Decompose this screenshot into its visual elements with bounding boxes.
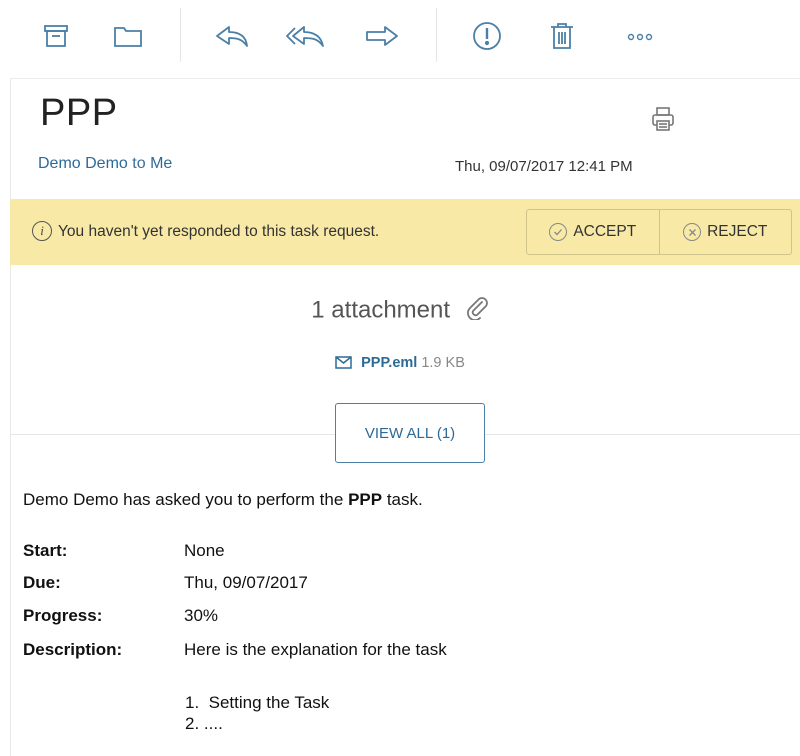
- toolbar-separator: [436, 8, 437, 62]
- field-label: Description:: [23, 640, 123, 659]
- field-value: Thu, 09/07/2017: [184, 573, 308, 592]
- attachment-item[interactable]: PPP.eml 1.9 KB: [0, 355, 800, 373]
- message-date: Thu, 09/07/2017 12:41 PM: [455, 158, 633, 175]
- attachments-heading: 1 attachment: [0, 294, 800, 327]
- description-list: 1. Setting the Task 2. ....: [185, 692, 329, 734]
- task-response-buttons: ACCEPT REJECT: [526, 209, 792, 255]
- task-request-banner: i You haven't yet responded to this task…: [10, 199, 800, 265]
- info-icon: i: [32, 221, 52, 241]
- exclamation-icon[interactable]: [467, 16, 507, 56]
- field-label: Due:: [23, 573, 61, 592]
- reply-icon[interactable]: [212, 16, 252, 56]
- recipient-name[interactable]: Me: [150, 155, 172, 172]
- banner-text: You haven't yet responded to this task r…: [58, 223, 380, 240]
- field-label: Start:: [23, 541, 68, 560]
- to-word: to: [132, 155, 146, 172]
- field-value: None: [184, 541, 225, 560]
- toolbar: [0, 0, 800, 72]
- attachment-size: 1.9 KB: [421, 355, 465, 371]
- field-value: Here is the explanation for the task: [184, 640, 447, 659]
- intro-prefix: Demo Demo has asked you to perform the: [23, 490, 344, 509]
- attachment-name[interactable]: PPP.eml: [361, 355, 417, 371]
- view-all-button[interactable]: VIEW ALL (1): [335, 403, 485, 463]
- toolbar-separator: [180, 8, 181, 62]
- accept-button[interactable]: ACCEPT: [527, 210, 659, 254]
- envelope-icon: [335, 356, 352, 373]
- more-icon[interactable]: [620, 16, 660, 56]
- sender-name[interactable]: Demo Demo: [38, 155, 128, 172]
- attachments-count: 1 attachment: [311, 296, 451, 324]
- accept-label: ACCEPT: [573, 223, 637, 240]
- list-item: 2. ....: [185, 714, 223, 733]
- forward-icon[interactable]: [362, 16, 402, 56]
- reject-button[interactable]: REJECT: [658, 210, 792, 254]
- message-subject: PPP: [40, 92, 118, 134]
- folder-icon[interactable]: [108, 16, 148, 56]
- intro-task-name: PPP: [348, 490, 383, 509]
- field-label: Progress:: [23, 606, 103, 625]
- print-icon[interactable]: [651, 106, 675, 137]
- check-circle-icon: [549, 223, 568, 241]
- task-intro: Demo Demo has asked you to perform the P…: [23, 490, 423, 510]
- list-item: 1. Setting the Task: [185, 693, 330, 712]
- x-circle-icon: [683, 223, 702, 241]
- archive-icon[interactable]: [36, 16, 76, 56]
- paperclip-icon: [465, 294, 489, 327]
- reject-label: REJECT: [707, 223, 768, 240]
- reply-all-icon[interactable]: [285, 16, 325, 56]
- intro-suffix: task.: [386, 490, 423, 509]
- field-value: 30%: [184, 606, 219, 625]
- trash-icon[interactable]: [542, 16, 582, 56]
- sender-line: Demo Demo to Me: [38, 155, 172, 173]
